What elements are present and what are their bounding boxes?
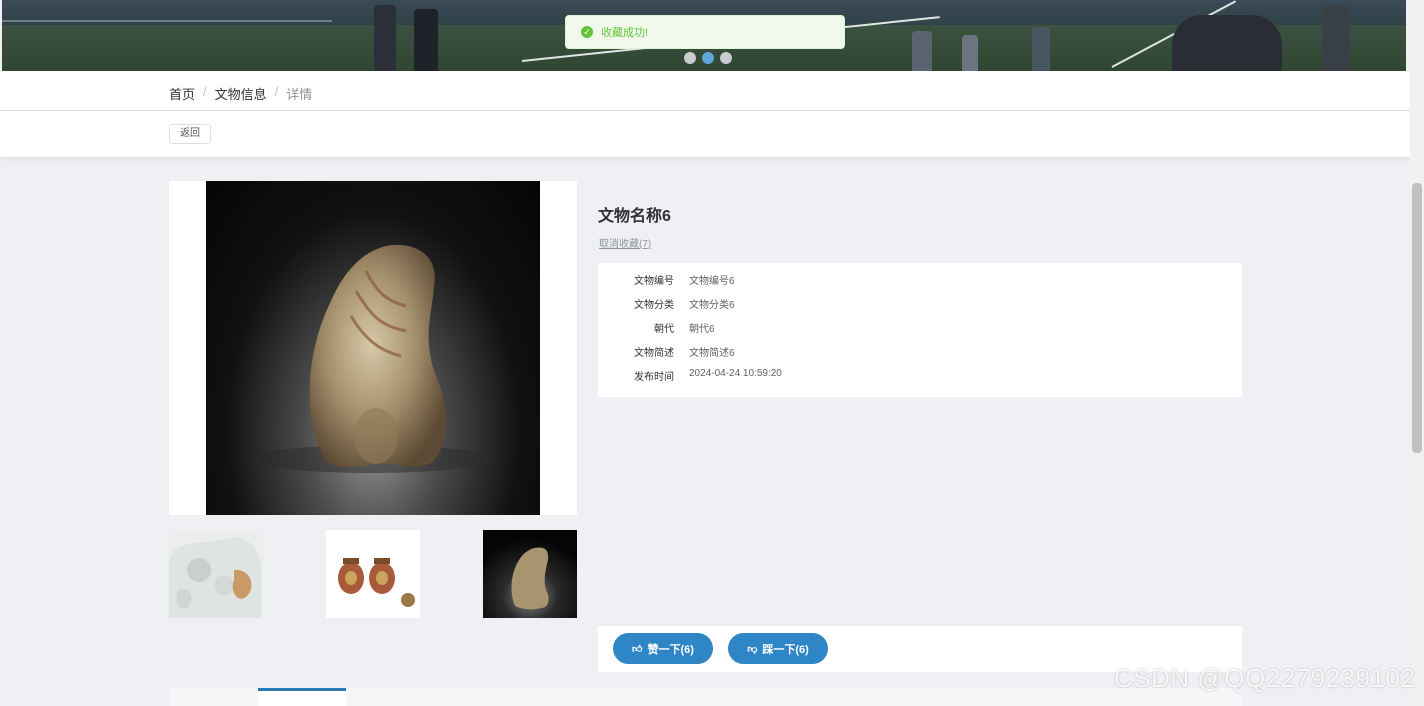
breadcrumb-home[interactable]: 首页 — [169, 84, 195, 103]
main-image-frame — [169, 181, 577, 515]
detail-value: 2024-04-24 10:59:20 — [689, 368, 782, 379]
breadcrumb-separator: / — [203, 84, 207, 99]
artifact-details: 文物编号 文物编号6 文物分类 文物分类6 朝代 朝代6 文物简述 文物简述6 … — [598, 263, 1242, 397]
detail-label: 文物分类 — [634, 300, 674, 311]
toast-message: 收藏成功! — [601, 27, 649, 39]
breadcrumb-bar: 首页 / 文物信息 / 详情 — [0, 71, 1410, 111]
banner-photo-figure — [414, 9, 438, 71]
artifact-title: 文物名称6 — [598, 208, 671, 225]
like-button[interactable]: 👍︎ 赞一下(6) — [613, 633, 713, 664]
banner-photo-figure — [1322, 5, 1350, 71]
detail-value: 朝代6 — [689, 324, 715, 335]
check-circle-icon: ✓ — [581, 26, 593, 38]
banner-photo-figure — [374, 5, 396, 71]
carousel-dot-active[interactable] — [702, 52, 714, 64]
breadcrumb-artifact-info[interactable]: 文物信息 — [215, 84, 267, 103]
carousel-indicators — [684, 52, 732, 64]
carousel-dot[interactable] — [720, 52, 732, 64]
thumbnail-1[interactable] — [169, 530, 263, 618]
banner-photo-figure — [1032, 27, 1050, 71]
detail-value: 文物分类6 — [689, 300, 735, 311]
dislike-button-label: 踩一下(6) — [762, 643, 809, 656]
success-toast: ✓ 收藏成功! — [565, 15, 845, 49]
unfavorite-link[interactable]: 取消收藏(7) — [599, 235, 651, 250]
tab-active[interactable] — [258, 688, 346, 706]
back-button[interactable]: 返回 — [169, 124, 211, 144]
thumbnail-3[interactable] — [483, 530, 577, 618]
detail-row-number: 文物编号 文物编号6 — [598, 272, 1242, 292]
detail-label: 文物简述 — [634, 348, 674, 359]
watermark: CSDN @QQ2279239102 — [1114, 663, 1416, 693]
breadcrumb-current: 详情 — [286, 87, 313, 102]
detail-value: 文物简述6 — [689, 348, 735, 359]
detail-label: 朝代 — [654, 324, 674, 335]
breadcrumb-separator: / — [274, 84, 279, 99]
thumbs-down-icon: 👎︎ — [747, 643, 758, 655]
detail-label: 文物编号 — [634, 276, 674, 287]
detail-label: 发布时间 — [634, 372, 674, 383]
detail-tabs — [169, 688, 1242, 706]
detail-value: 文物编号6 — [689, 276, 735, 287]
like-button-label: 赞一下(6) — [647, 643, 694, 656]
scrollbar-thumb[interactable] — [1412, 183, 1422, 453]
thumbnail-2[interactable] — [326, 530, 420, 618]
action-bar: 返回 — [0, 111, 1410, 157]
thumbs-up-icon: 👍︎ — [632, 643, 643, 655]
banner-photo-figure — [962, 35, 978, 71]
banner-photo-figure — [1172, 15, 1282, 71]
main-artifact-image — [206, 181, 540, 515]
detail-row-description: 文物简述 文物简述6 — [598, 344, 1242, 364]
carousel-dot[interactable] — [684, 52, 696, 64]
detail-row-publish-time: 发布时间 2024-04-24 10:59:20 — [598, 368, 1242, 388]
banner-photo-road — [2, 20, 332, 22]
banner-photo-figure — [912, 31, 932, 71]
dislike-button[interactable]: 👎︎ 踩一下(6) — [728, 633, 828, 664]
breadcrumb: 首页 / 文物信息 / 详情 — [169, 84, 312, 103]
detail-row-category: 文物分类 文物分类6 — [598, 296, 1242, 316]
detail-row-dynasty: 朝代 朝代6 — [598, 320, 1242, 340]
